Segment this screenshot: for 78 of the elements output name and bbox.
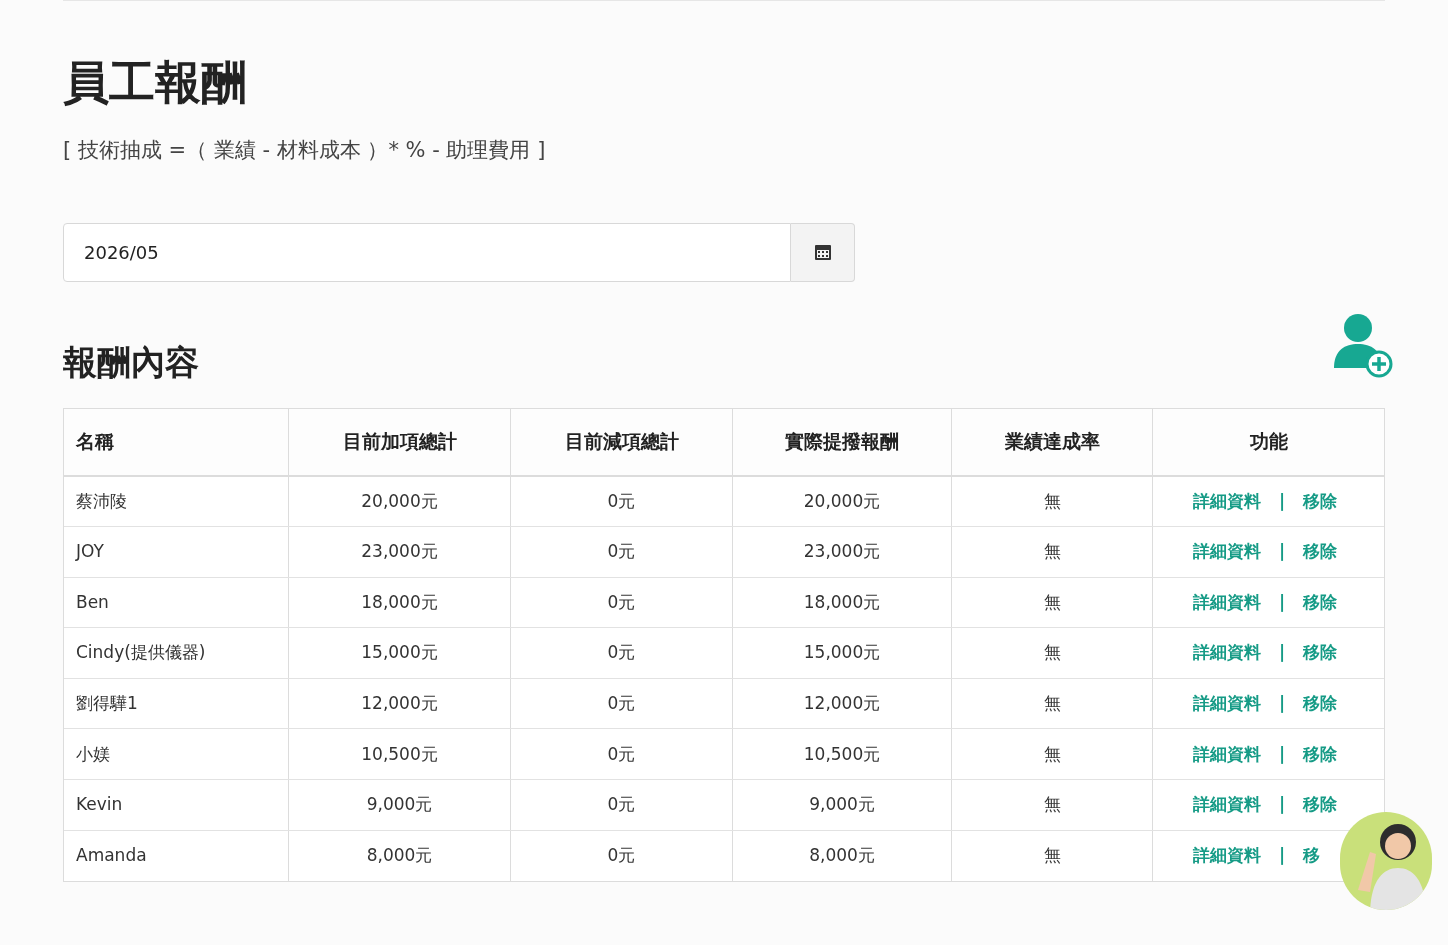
table-cell-text: 小媄 (76, 742, 110, 766)
table-cell-text: 無 (1043, 793, 1061, 817)
separator-text: | (1278, 844, 1287, 868)
add-user-button[interactable] (1333, 311, 1393, 378)
formula-text: [ 技術抽成 =（ 業績 - 材料成本 ）* % - 助理費用 ] (63, 137, 546, 164)
table-cell-text: 無 (1043, 590, 1061, 614)
table-cell-text: 18,000元 (803, 590, 881, 614)
separator-text: | (1278, 590, 1287, 614)
table-cell-text: 0元 (607, 489, 636, 513)
table-cell-text: 0元 (607, 641, 636, 665)
table-cell-text: 無 (1043, 691, 1061, 715)
separator-text: | (1278, 540, 1287, 564)
remove-link[interactable]: 移除 (1303, 690, 1338, 717)
table-cell-text: 0元 (607, 844, 636, 868)
column-header: 實際提撥報酬 (785, 429, 899, 455)
table-cell-text: Kevin (76, 793, 123, 817)
remove-link[interactable]: 移除 (1303, 539, 1338, 565)
table-cell-text: 0元 (607, 540, 636, 564)
table-cell-text: 23,000元 (361, 540, 438, 564)
table-cell-text: 蔡沛陵 (76, 489, 127, 513)
column-header: 業績達成率 (1004, 429, 1100, 455)
column-header: 目前加項總計 (342, 429, 457, 455)
table-cell-text: 10,500元 (803, 742, 881, 766)
table-cell-text: 20,000元 (803, 489, 881, 513)
remove-link[interactable]: 移除 (1303, 741, 1338, 767)
remove-link[interactable]: 移除 (1303, 640, 1338, 666)
table-cell-text: 9,000元 (809, 793, 875, 817)
detail-link[interactable]: 詳細資料 (1193, 589, 1261, 616)
table-cell-text: 12,000元 (361, 691, 438, 715)
table-cell-text: 12,000元 (803, 691, 881, 715)
table-cell-text: 無 (1043, 489, 1061, 513)
table-cell-text: 0元 (607, 793, 636, 817)
calendar-icon (813, 243, 832, 261)
table-cell-text: 10,500元 (361, 742, 438, 766)
detail-link[interactable]: 詳細資料 (1193, 690, 1261, 717)
separator-text: | (1278, 793, 1287, 817)
table-cell-text: 0元 (607, 590, 636, 614)
table-cell-text: Cindy(提供儀器) (76, 641, 206, 665)
detail-link[interactable]: 詳細資料 (1193, 843, 1261, 869)
table-cell-text: 0元 (607, 691, 636, 715)
month-field[interactable]: 2026/05 (63, 222, 791, 282)
column-header: 目前減項總計 (564, 429, 679, 455)
detail-link[interactable]: 詳細資料 (1193, 741, 1261, 767)
table-cell-text: Ben (76, 590, 109, 614)
remove-link[interactable]: 移除 (1303, 488, 1338, 515)
detail-link[interactable]: 詳細資料 (1193, 792, 1261, 818)
table-cell-text: 0元 (607, 742, 636, 766)
table-cell-text: 20,000元 (361, 489, 438, 513)
table-cell-text: JOY (76, 540, 104, 564)
table-cell-text: 無 (1043, 844, 1061, 868)
separator-text: | (1278, 489, 1287, 513)
table-cell-text: 8,000元 (366, 844, 433, 868)
remove-link[interactable]: 移除 (1303, 792, 1338, 818)
add-user-icon (1333, 311, 1393, 378)
remove-link[interactable]: 移 (1303, 843, 1321, 869)
table-cell-text: 8,000元 (809, 844, 875, 868)
table-cell-text: Amanda (76, 844, 147, 868)
table-cell-text: 無 (1043, 641, 1061, 665)
column-header: 功能 (1249, 429, 1288, 455)
table-cell-text: 18,000元 (361, 590, 438, 614)
table-cell-text: 23,000元 (803, 540, 881, 564)
separator-text: | (1278, 742, 1287, 766)
calendar-button[interactable] (791, 222, 855, 282)
table-cell-text: 15,000元 (361, 641, 438, 665)
table-cell-text: 15,000元 (803, 641, 881, 665)
table-cell-text: 無 (1043, 742, 1061, 766)
page-title: 員工報酬 (63, 59, 247, 105)
table-cell-text: 無 (1043, 540, 1061, 564)
column-header: 名稱 (76, 429, 114, 455)
remove-link[interactable]: 移除 (1303, 589, 1338, 616)
table-cell-text: 劉得驊1 (76, 691, 138, 715)
detail-link[interactable]: 詳細資料 (1193, 640, 1261, 666)
table-cell-text: 9,000元 (366, 793, 433, 817)
separator-text: | (1278, 641, 1287, 665)
separator-text: | (1278, 691, 1287, 715)
section-title: 報酬內容 (63, 340, 199, 384)
detail-link[interactable]: 詳細資料 (1193, 488, 1261, 515)
detail-link[interactable]: 詳細資料 (1193, 539, 1261, 565)
